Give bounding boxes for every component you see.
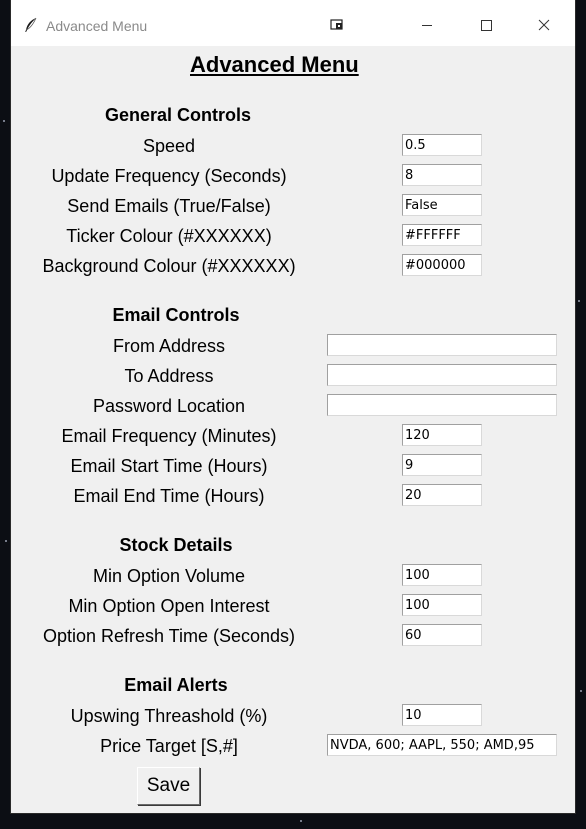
background-star — [5, 540, 7, 542]
password-location-input[interactable] — [327, 394, 557, 416]
upswing-threshold-input[interactable] — [402, 704, 482, 726]
send-emails-label: Send Emails (True/False) — [67, 196, 271, 216]
background-star — [3, 120, 5, 122]
upswing-threshold-label: Upswing Threashold (%) — [70, 706, 268, 726]
speed-input[interactable] — [402, 134, 482, 156]
section-email-alerts: Email Alerts — [124, 675, 228, 695]
title-bar[interactable]: Advanced Menu — [11, 0, 575, 46]
min-option-open-interest-input[interactable] — [402, 594, 482, 616]
send-emails-input[interactable] — [402, 194, 482, 216]
update-frequency-input[interactable] — [402, 164, 482, 186]
from-address-label: From Address — [112, 336, 226, 356]
ticker-colour-input[interactable] — [402, 224, 482, 246]
price-target-input[interactable] — [327, 734, 557, 756]
feather-icon — [25, 17, 37, 32]
snap-layout-icon[interactable] — [329, 17, 345, 33]
to-address-input[interactable] — [327, 364, 557, 386]
page-title: Advanced Menu — [190, 52, 359, 77]
email-start-time-label: Email Start Time (Hours) — [70, 456, 268, 476]
close-icon[interactable] — [524, 12, 564, 38]
background-star — [300, 820, 302, 822]
maximize-icon[interactable] — [466, 12, 506, 38]
app-window: Advanced Menu Advanced Menu General Cont… — [11, 0, 575, 813]
option-refresh-time-input[interactable] — [402, 624, 482, 646]
email-frequency-input[interactable] — [402, 424, 482, 446]
email-start-time-input[interactable] — [402, 454, 482, 476]
ticker-colour-label: Ticker Colour (#XXXXXX) — [66, 226, 272, 246]
email-end-time-label: Email End Time (Hours) — [73, 486, 265, 506]
from-address-input[interactable] — [327, 334, 557, 356]
minimize-icon[interactable] — [407, 12, 447, 38]
price-target-label: Price Target [S,#] — [100, 736, 238, 756]
background-colour-label: Background Colour (#XXXXXX) — [42, 256, 296, 276]
speed-label: Speed — [142, 136, 196, 156]
to-address-label: To Address — [124, 366, 214, 386]
email-frequency-label: Email Frequency (Minutes) — [61, 426, 277, 446]
background-colour-input[interactable] — [402, 254, 482, 276]
section-stock-details: Stock Details — [119, 535, 233, 555]
email-end-time-input[interactable] — [402, 484, 482, 506]
min-option-volume-input[interactable] — [402, 564, 482, 586]
section-email-controls: Email Controls — [112, 305, 240, 325]
min-option-open-interest-label: Min Option Open Interest — [68, 596, 270, 616]
update-frequency-label: Update Frequency (Seconds) — [51, 166, 287, 186]
section-general-controls: General Controls — [104, 105, 252, 125]
background-star — [580, 690, 582, 692]
min-option-volume-label: Min Option Volume — [92, 566, 246, 586]
save-button[interactable]: Save — [137, 767, 200, 805]
password-location-label: Password Location — [92, 396, 246, 416]
option-refresh-time-label: Option Refresh Time (Seconds) — [42, 626, 296, 646]
background-star — [578, 300, 580, 302]
window-title: Advanced Menu — [46, 18, 148, 34]
